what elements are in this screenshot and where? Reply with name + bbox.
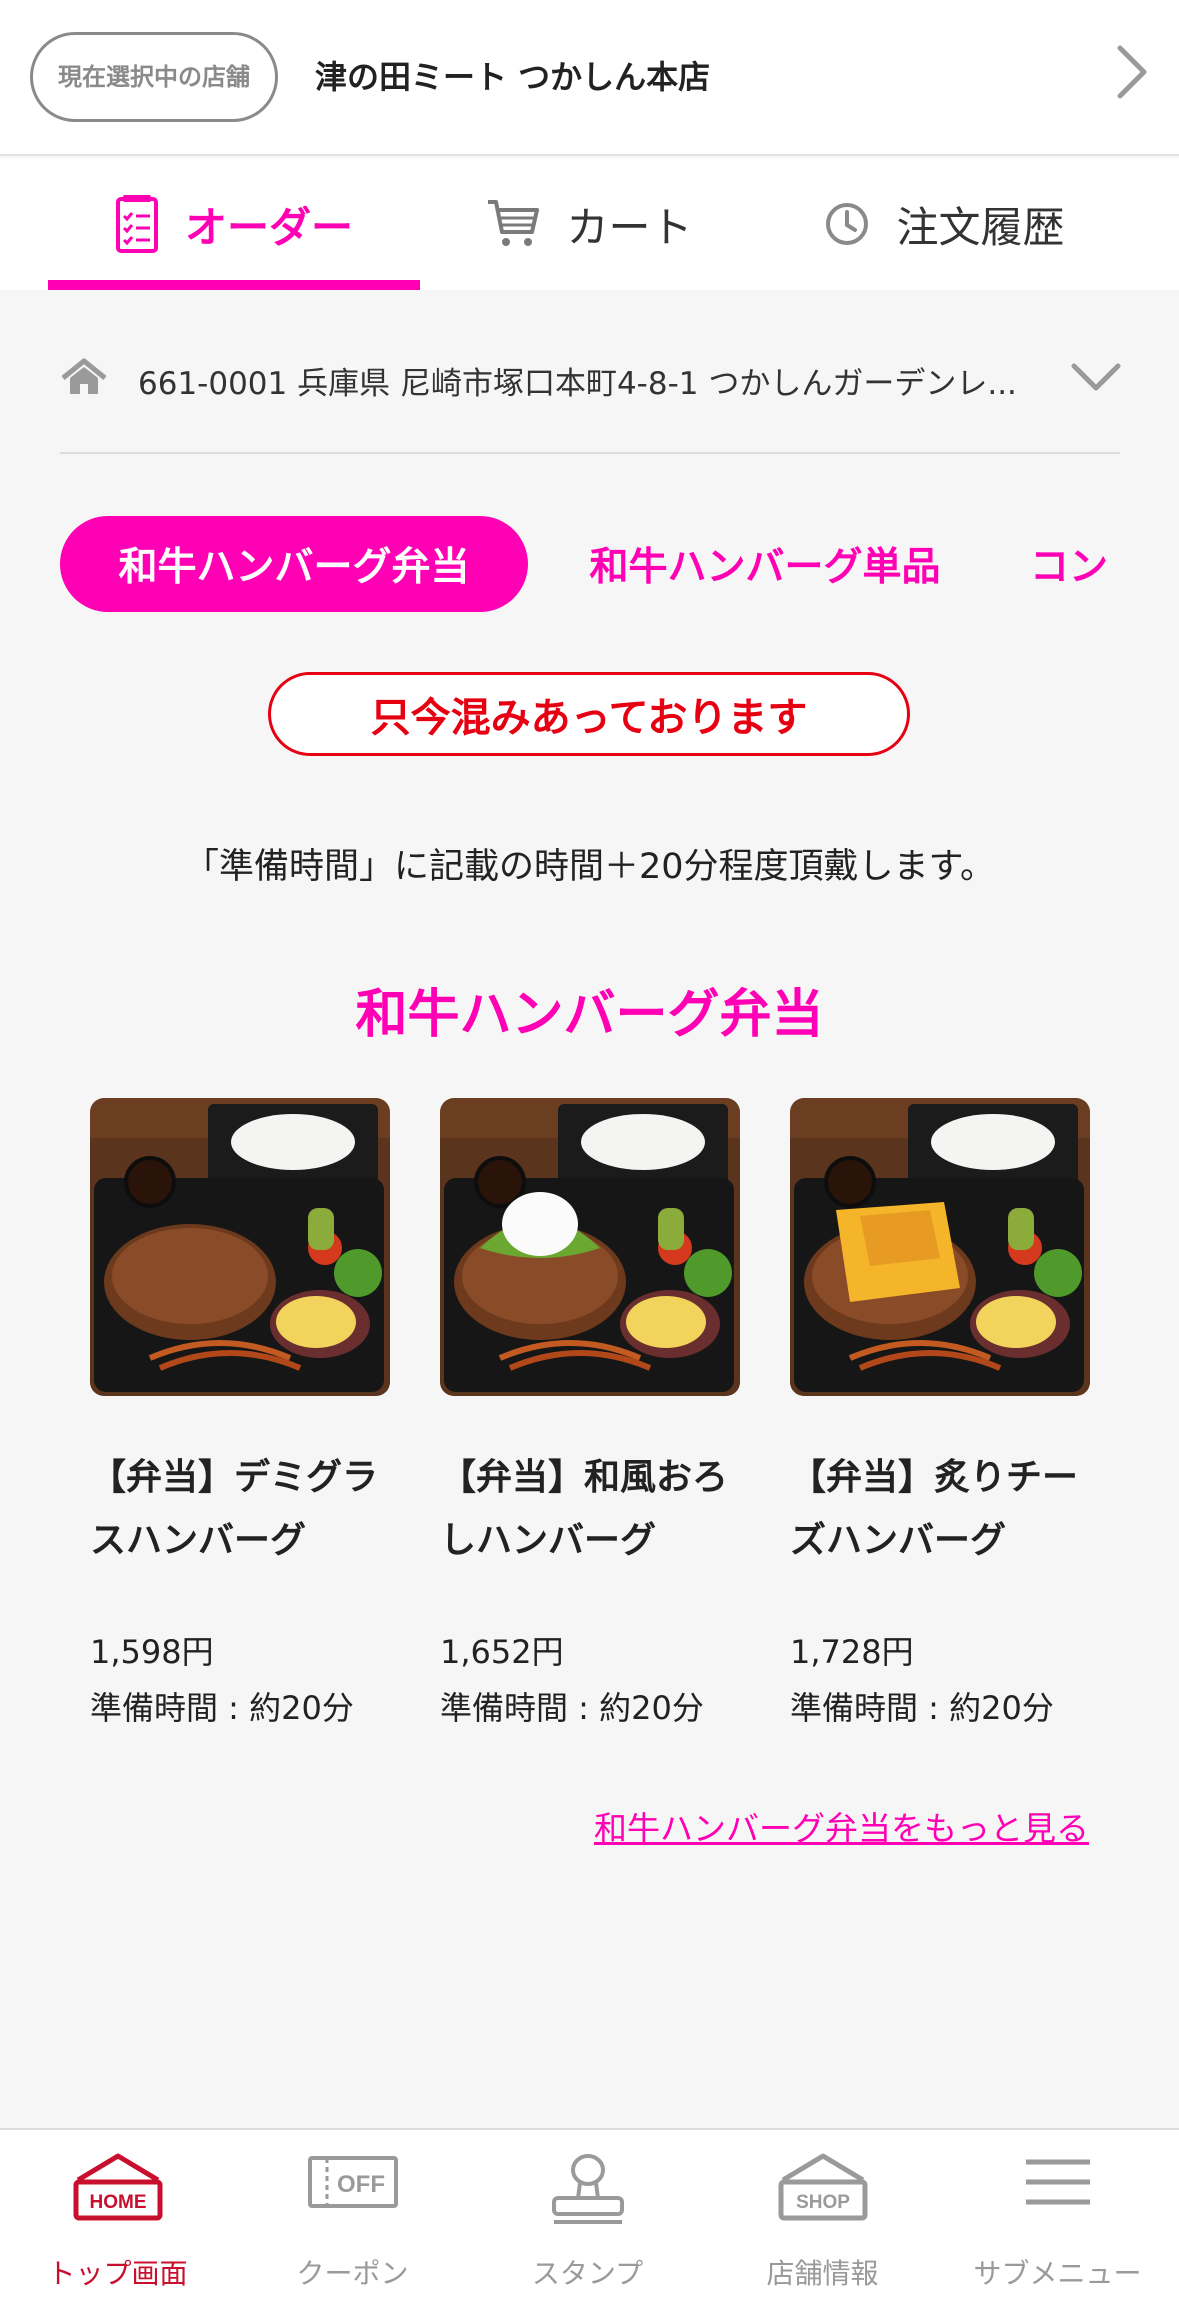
delivery-address-selector[interactable]: 661-0001 兵庫県 尼崎市塚口本町4-8-1 つかしんガーデンレ...	[60, 340, 1122, 414]
category-chip-single[interactable]: 和牛ハンバーグ単品	[560, 516, 970, 612]
main-tabs: オーダー カート 注文履歴	[0, 158, 1179, 290]
chevron-right-icon[interactable]	[1112, 42, 1152, 102]
tab-order[interactable]: オーダー	[48, 158, 420, 290]
home-icon	[61, 358, 107, 394]
shop-icon: SHOP	[778, 2153, 867, 2221]
category-scroller[interactable]: 和牛ハンバーグ弁当 和牛ハンバーグ単品 コン	[60, 516, 1120, 612]
nav-submenu-label: サブメニュー	[973, 2257, 1142, 2290]
cart-icon	[488, 200, 540, 246]
section-title: 和牛ハンバーグ弁当	[355, 985, 824, 1045]
chevron-down-icon[interactable]	[1070, 360, 1122, 394]
divider	[60, 452, 1120, 454]
product-price: 1,598円	[90, 1633, 214, 1671]
product-image[interactable]	[90, 1098, 390, 1396]
nav-shop-label: 店舗情報	[766, 2257, 879, 2290]
busy-status-badge: 只今混みあっております	[268, 672, 910, 756]
active-tab-indicator	[48, 280, 420, 290]
product-card[interactable]: 【弁当】和風おろしハンバーグ 1,652円 準備時間 : 約20分	[440, 1098, 740, 1736]
nav-stamp[interactable]: スタンプ	[470, 2130, 705, 2317]
tab-history[interactable]: 注文履歴	[759, 158, 1130, 290]
tab-cart-label: カート	[566, 202, 693, 252]
product-name[interactable]: 【弁当】和風おろしハンバーグ	[440, 1446, 740, 1572]
order-list-icon	[115, 195, 158, 253]
product-image[interactable]	[790, 1098, 1090, 1396]
see-more-link[interactable]: 和牛ハンバーグ弁当をもっと見る	[594, 1802, 1089, 1850]
product-price: 1,652円	[440, 1633, 564, 1671]
product-image[interactable]	[440, 1098, 740, 1396]
clock-icon	[826, 203, 869, 245]
tab-history-label: 注文履歴	[896, 202, 1065, 252]
address-text: 661-0001 兵庫県 尼崎市塚口本町4-8-1 つかしんガーデンレ...	[138, 366, 1017, 402]
product-price: 1,728円	[790, 1633, 914, 1671]
tab-cart[interactable]: カート	[420, 158, 759, 290]
selected-store-badge: 現在選択中の店舗	[30, 32, 278, 122]
coupon-icon: OFF	[307, 2156, 398, 2208]
store-header[interactable]: 現在選択中の店舗 津の田ミート つかしん本店	[0, 0, 1179, 156]
product-name[interactable]: 【弁当】デミグラスハンバーグ	[90, 1446, 390, 1572]
tab-order-label: オーダー	[184, 202, 353, 252]
nav-home-label: トップ画面	[47, 2257, 188, 2290]
product-card[interactable]: 【弁当】デミグラスハンバーグ 1,598円 準備時間 : 約20分	[90, 1098, 390, 1736]
category-chip-combo[interactable]: コン	[1030, 516, 1120, 612]
product-prep-time: 準備時間 : 約20分	[790, 1689, 1054, 1727]
nav-coupon[interactable]: OFF クーポン	[235, 2130, 470, 2317]
menu-icon	[1025, 2159, 1090, 2205]
home-icon: HOME	[73, 2153, 162, 2221]
store-name[interactable]: 津の田ミート つかしん本店	[315, 52, 710, 98]
product-name[interactable]: 【弁当】炙りチーズハンバーグ	[790, 1446, 1090, 1572]
nav-submenu[interactable]: サブメニュー	[940, 2130, 1175, 2317]
nav-stamp-label: スタンプ	[531, 2257, 644, 2290]
coupon-icon-text: OFF	[337, 2171, 385, 2198]
nav-coupon-label: クーポン	[296, 2257, 409, 2290]
product-prep-time: 準備時間 : 約20分	[440, 1689, 704, 1727]
nav-home[interactable]: HOME トップ画面	[0, 2130, 235, 2317]
home-icon-text: HOME	[89, 2192, 146, 2213]
stamp-icon	[551, 2154, 624, 2224]
bottom-nav: HOME トップ画面 OFF クーポン スタンプ SHOP 店舗情報 サブメニュ…	[0, 2128, 1179, 2317]
product-card[interactable]: 【弁当】炙りチーズハンバーグ 1,728円 準備時間 : 約20分	[790, 1098, 1090, 1736]
prep-time-notice: 「準備時間」に記載の時間＋20分程度頂戴します。	[183, 847, 996, 887]
product-prep-time: 準備時間 : 約20分	[90, 1689, 354, 1727]
category-chip-bento[interactable]: 和牛ハンバーグ弁当	[60, 516, 528, 612]
nav-shop[interactable]: SHOP 店舗情報	[705, 2130, 940, 2317]
shop-icon-text: SHOP	[796, 2192, 850, 2213]
